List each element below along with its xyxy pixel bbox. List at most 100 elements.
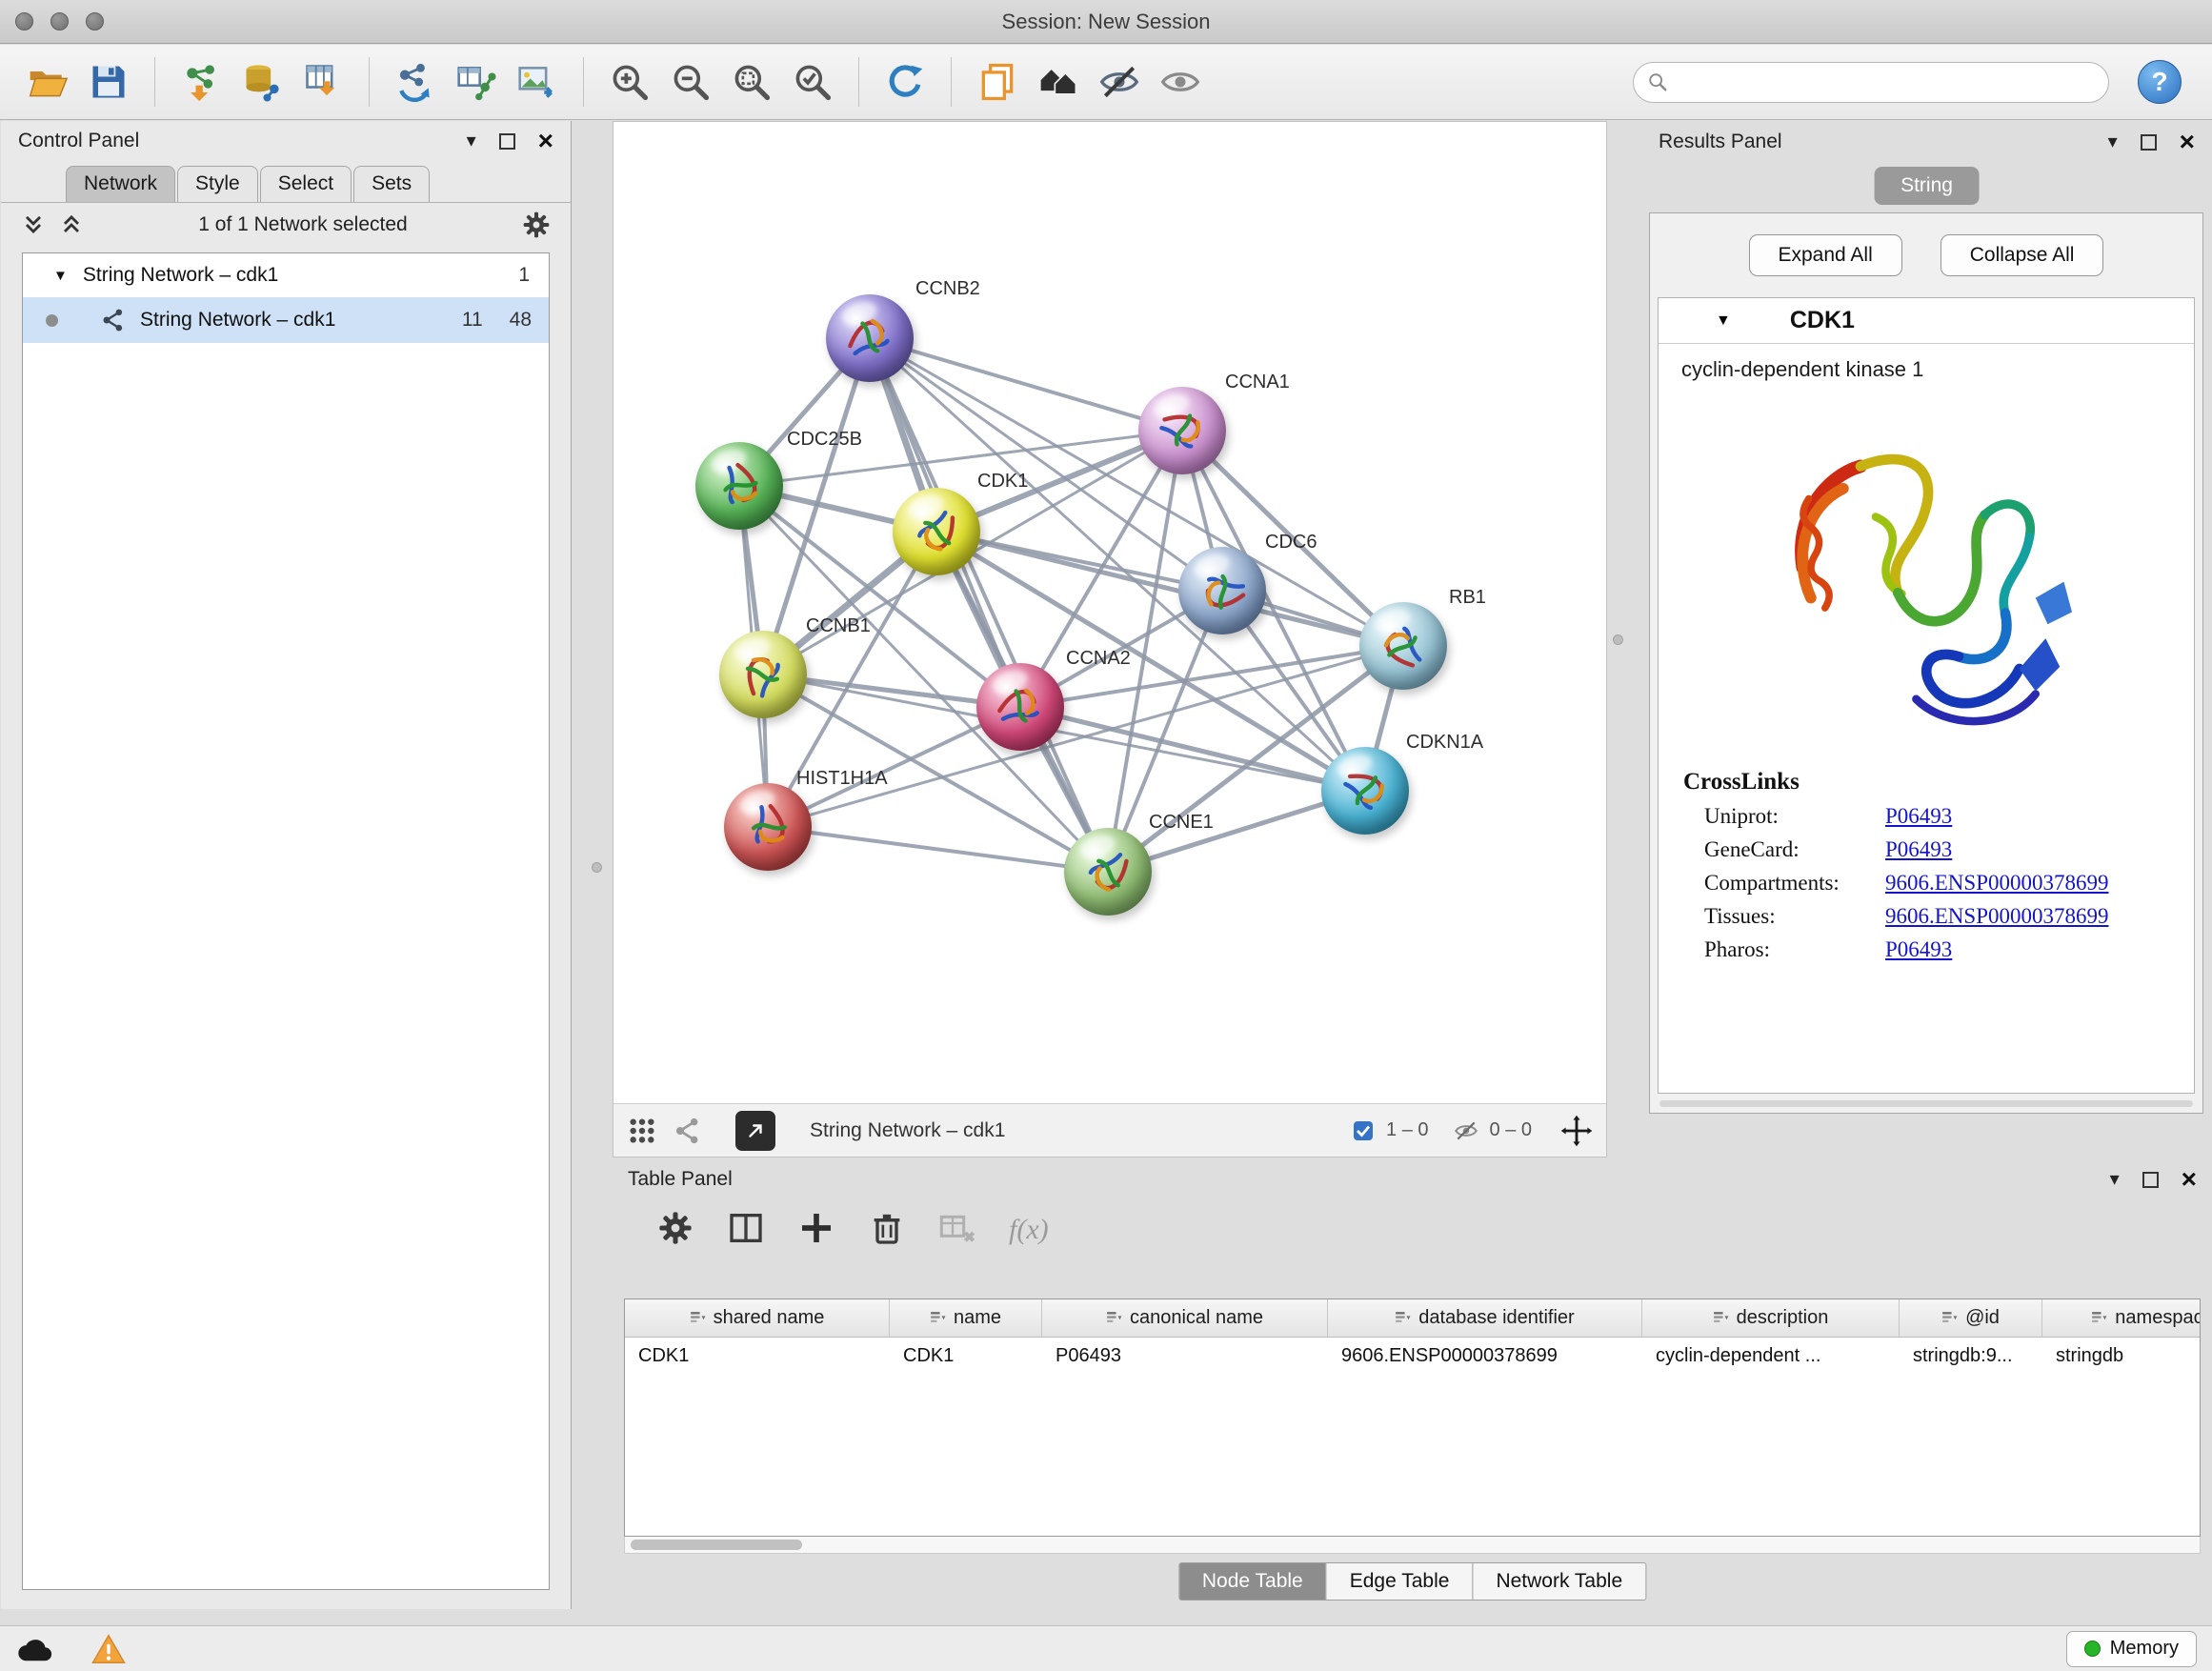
refresh-icon[interactable] xyxy=(878,55,932,109)
show-panel-eye-icon[interactable] xyxy=(1154,55,1207,109)
pan-crosshair-icon[interactable] xyxy=(1560,1115,1593,1147)
search-field[interactable] xyxy=(1633,62,2109,103)
network-node-cdk1[interactable] xyxy=(893,488,980,575)
crosslink-link[interactable]: P06493 xyxy=(1885,937,1952,962)
import-network-from-database-icon[interactable] xyxy=(235,55,289,109)
network-from-table-icon[interactable] xyxy=(450,55,503,109)
tab-select[interactable]: Select xyxy=(260,166,352,202)
birds-eye-view-icon[interactable] xyxy=(673,1116,703,1146)
hidden-eye-slash-icon[interactable] xyxy=(1454,1118,1478,1143)
save-session-icon[interactable] xyxy=(82,55,135,109)
collapse-all-networks-icon[interactable] xyxy=(58,211,85,238)
network-row-selected[interactable]: String Network – cdk1 11 48 xyxy=(23,297,549,343)
network-node-ccna1[interactable] xyxy=(1138,387,1226,474)
clone-network-icon[interactable] xyxy=(389,55,442,109)
crosslink-link[interactable]: 9606.ENSP00000378699 xyxy=(1885,871,2109,896)
network-view: CCNB2CCNA1CDC25BCDK1CDC6RB1CCNB1CCNA2CDK… xyxy=(613,121,1607,1158)
search-input[interactable] xyxy=(1676,71,2095,93)
network-edge-HIST1H1A-CCNE1[interactable] xyxy=(768,827,1108,872)
network-collection-row[interactable]: ▼ String Network – cdk1 1 xyxy=(23,253,549,297)
zoom-selected-icon[interactable] xyxy=(786,55,839,109)
network-canvas[interactable]: CCNB2CCNA1CDC25BCDK1CDC6RB1CCNB1CCNA2CDK… xyxy=(613,122,1606,1103)
collapse-all-button[interactable]: Collapse All xyxy=(1941,234,2104,276)
panel-close-icon[interactable]: × xyxy=(2182,1166,2197,1193)
export-image-icon[interactable] xyxy=(511,55,564,109)
network-node-ccnb1[interactable] xyxy=(719,631,807,718)
column-header-shared-name[interactable]: shared name xyxy=(625,1299,890,1337)
panel-menu-caret-icon[interactable]: ▾ xyxy=(467,131,476,151)
panel-float-icon[interactable] xyxy=(2141,134,2157,151)
copy-document-icon[interactable] xyxy=(971,55,1024,109)
node-label-ccnb2: CCNB2 xyxy=(915,278,980,300)
table-settings-gear-icon[interactable] xyxy=(656,1209,694,1252)
table-horizontal-scrollbar[interactable] xyxy=(624,1537,2201,1554)
tab-node-table[interactable]: Node Table xyxy=(1179,1563,1326,1600)
expand-all-button[interactable]: Expand All xyxy=(1749,234,1902,276)
panel-menu-caret-icon[interactable]: ▾ xyxy=(2110,1170,2120,1189)
column-header-database-identifier[interactable]: database identifier xyxy=(1328,1299,1642,1337)
memory-status-dot xyxy=(2084,1641,2101,1657)
delete-column-trash-icon[interactable] xyxy=(868,1209,906,1252)
network-node-cdc25b[interactable] xyxy=(695,442,783,530)
section-collapse-caret-icon[interactable]: ▼ xyxy=(1716,312,1731,330)
crosslink-link[interactable]: 9606.ENSP00000378699 xyxy=(1885,904,2109,929)
right-splitter-handle[interactable] xyxy=(1613,634,1623,645)
network-node-ccna2[interactable] xyxy=(976,663,1064,751)
panel-menu-caret-icon[interactable]: ▾ xyxy=(2108,132,2118,151)
column-header-name[interactable]: name xyxy=(890,1299,1042,1337)
column-header-description[interactable]: description xyxy=(1642,1299,1900,1337)
node-section-header[interactable]: ▼ CDK1 xyxy=(1659,298,2194,344)
network-edge-CCNB2-CCNE1[interactable] xyxy=(870,338,1108,872)
help-button[interactable]: ? xyxy=(2138,60,2182,104)
detach-view-button[interactable] xyxy=(735,1111,775,1151)
open-session-icon[interactable] xyxy=(21,55,74,109)
panel-float-icon[interactable] xyxy=(499,133,515,150)
tab-network-table[interactable]: Network Table xyxy=(1472,1563,1645,1600)
panel-close-icon[interactable]: × xyxy=(2180,129,2195,155)
network-edge-CCNB2-CCNA1[interactable] xyxy=(870,338,1182,431)
tab-sets[interactable]: Sets xyxy=(353,166,430,202)
tab-string[interactable]: String xyxy=(1874,167,1980,205)
left-splitter-handle[interactable] xyxy=(592,862,602,873)
crosslink-link[interactable]: P06493 xyxy=(1885,804,1952,829)
panel-float-icon[interactable] xyxy=(2142,1172,2159,1188)
cloud-icon[interactable] xyxy=(15,1634,55,1664)
import-network-from-file-icon[interactable] xyxy=(174,55,228,109)
memory-button[interactable]: Memory xyxy=(2066,1631,2197,1667)
network-node-ccne1[interactable] xyxy=(1064,828,1152,916)
hide-panel-eye-slash-icon[interactable] xyxy=(1093,55,1146,109)
warning-icon[interactable] xyxy=(91,1633,126,1665)
tab-style[interactable]: Style xyxy=(177,166,258,202)
table-row[interactable]: CDK1CDK1P064939606.ENSP00000378699cyclin… xyxy=(625,1338,2201,1374)
column-header-namespace[interactable]: namespace xyxy=(2042,1299,2201,1337)
selected-checkbox-icon[interactable] xyxy=(1352,1119,1375,1142)
zoom-fit-icon[interactable] xyxy=(725,55,778,109)
network-node-hist1h1a[interactable] xyxy=(724,783,812,871)
network-node-cdkn1a[interactable] xyxy=(1321,747,1409,835)
add-column-plus-icon[interactable] xyxy=(797,1209,835,1252)
network-node-rb1[interactable] xyxy=(1359,602,1447,690)
column-header-canonical-name[interactable]: canonical name xyxy=(1042,1299,1328,1337)
expand-all-networks-icon[interactable] xyxy=(20,211,47,238)
crosslink-link[interactable]: P06493 xyxy=(1885,837,1952,862)
home-icon[interactable] xyxy=(1032,55,1085,109)
zoom-out-icon[interactable] xyxy=(664,55,717,109)
scrollbar-thumb[interactable] xyxy=(631,1540,802,1550)
tree-expand-caret-icon[interactable]: ▼ xyxy=(53,268,68,284)
panel-close-icon[interactable]: × xyxy=(538,128,553,154)
network-edge-CDK1-RB1[interactable] xyxy=(936,532,1403,646)
table-cell: P06493 xyxy=(1042,1345,1328,1367)
node-label-ccna1: CCNA1 xyxy=(1225,372,1290,393)
grid-mode-icon[interactable] xyxy=(627,1116,657,1146)
gear-icon[interactable] xyxy=(521,210,552,240)
tab-network[interactable]: Network xyxy=(66,166,175,202)
network-view-toolbar: String Network – cdk1 1 – 0 0 – 0 xyxy=(613,1103,1606,1157)
network-node-cdc6[interactable] xyxy=(1178,547,1266,634)
results-horizontal-scrollbar[interactable] xyxy=(1659,1100,2193,1107)
tab-edge-table[interactable]: Edge Table xyxy=(1326,1563,1473,1600)
select-columns-icon[interactable] xyxy=(727,1209,765,1252)
zoom-in-icon[interactable] xyxy=(603,55,656,109)
column-header--id[interactable]: @id xyxy=(1900,1299,2042,1337)
import-table-icon[interactable] xyxy=(296,55,350,109)
network-node-ccnb2[interactable] xyxy=(826,294,914,382)
